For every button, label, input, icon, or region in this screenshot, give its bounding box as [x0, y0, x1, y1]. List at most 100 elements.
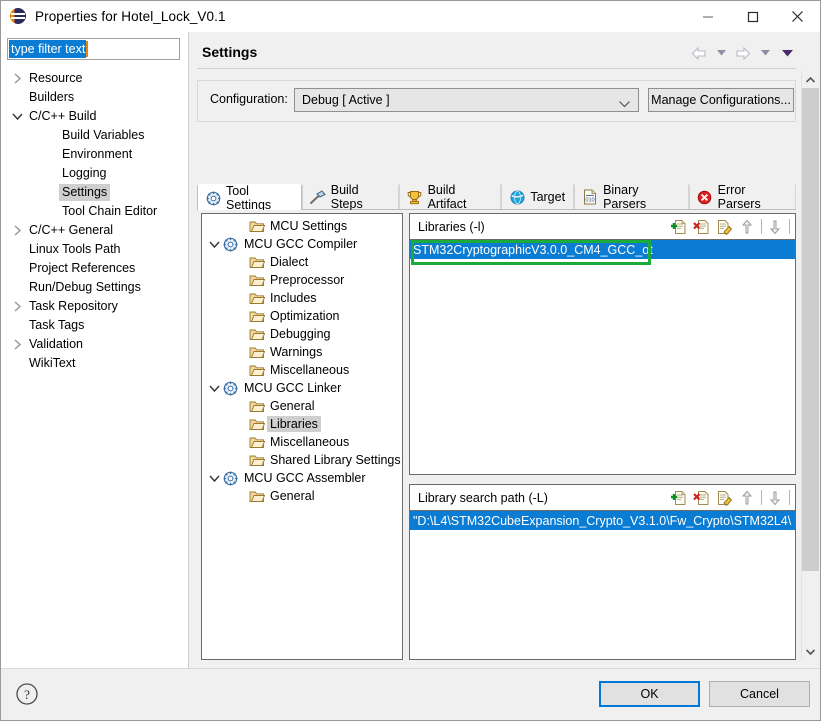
forward-menu-chevron-down-icon[interactable] [754, 43, 776, 63]
tool-tree-item-mcu-gcc-linker[interactable]: MCU GCC Linker [202, 379, 402, 397]
tool-tree-item-label: Debugging [270, 327, 331, 341]
tool-tree-item-mcu-gcc-assembler[interactable]: MCU GCC Assembler [202, 469, 402, 487]
sidebar-item-label: Task Repository [29, 299, 118, 313]
sidebar-item-run-debug-settings[interactable]: Run/Debug Settings [1, 278, 188, 297]
filter-input[interactable]: type filter text [7, 38, 180, 60]
tab-build-artifact[interactable]: Build Artifact [398, 183, 502, 211]
folder-icon [248, 399, 265, 414]
window-controls [685, 1, 820, 32]
tool-tree-item-shared-library-settings[interactable]: Shared Library Settings [202, 451, 402, 469]
tab-label: Binary Parsers [603, 183, 647, 211]
sidebar-item-wikitext[interactable]: WikiText [1, 354, 188, 373]
tool-tree-item-debugging[interactable]: Debugging [202, 325, 402, 343]
tool-tree-item-mcu-settings[interactable]: MCU Settings [202, 217, 402, 235]
tool-tree-item-preprocessor[interactable]: Preprocessor [202, 271, 402, 289]
list-item[interactable]: "D:\L4\STM32CubeExpansion_Crypto_V3.1.0\… [410, 511, 795, 530]
sidebar-item-label: WikiText [29, 356, 76, 370]
search-path-panel-header: Library search path (-L) [410, 485, 795, 511]
back-arrow-icon[interactable] [688, 43, 710, 63]
toolbar-divider [761, 490, 762, 505]
chevron-down-icon[interactable] [206, 240, 222, 249]
tool-tree-item-dialect[interactable]: Dialect [202, 253, 402, 271]
delete-icon[interactable] [692, 488, 711, 507]
close-icon[interactable] [775, 1, 820, 32]
chevron-right-icon[interactable] [9, 73, 26, 84]
folder-icon [248, 435, 265, 450]
tab-error-parsers[interactable]: Error Parsers [688, 183, 796, 211]
scrollbar-thumb[interactable] [802, 88, 819, 571]
ok-button[interactable]: OK [599, 681, 700, 707]
sidebar-item-c-c-general[interactable]: C/C++ General [1, 221, 188, 240]
manage-configurations-button[interactable]: Manage Configurations... [648, 88, 794, 112]
view-menu-icon[interactable] [776, 43, 798, 63]
tool-tree-item-general[interactable]: General [202, 397, 402, 415]
move-down-icon[interactable] [766, 488, 785, 507]
chevron-right-icon[interactable] [9, 225, 26, 236]
sidebar-item-label: C/C++ General [29, 223, 114, 237]
list-item[interactable]: STM32CryptographicV3.0.0_CM4_GCC_ot [410, 240, 795, 259]
scroll-up-icon[interactable] [802, 71, 819, 88]
page-navigation [688, 42, 798, 64]
tab-target[interactable]: Target [501, 184, 575, 209]
help-icon[interactable]: ? [15, 682, 39, 706]
tab-tool-settings[interactable]: Tool Settings [197, 184, 302, 212]
tool-tree-item-general[interactable]: General [202, 487, 402, 505]
tool-tree-panel[interactable]: MCU Settings MCU GCC Compiler Dialect Prepr… [201, 213, 403, 660]
gear-blue-icon [222, 381, 239, 396]
tool-tree-item-optimization[interactable]: Optimization [202, 307, 402, 325]
sidebar-item-task-repository[interactable]: Task Repository [1, 297, 188, 316]
sidebar-item-build-variables[interactable]: Build Variables [1, 126, 188, 145]
sidebar-item-task-tags[interactable]: Task Tags [1, 316, 188, 335]
libraries-list[interactable]: STM32CryptographicV3.0.0_CM4_GCC_ot [410, 240, 795, 474]
tool-tree-item-libraries[interactable]: Libraries [202, 415, 402, 433]
chevron-right-icon[interactable] [9, 301, 26, 312]
tool-tree-item-warnings[interactable]: Warnings [202, 343, 402, 361]
edit-icon[interactable] [715, 217, 734, 236]
properties-tree[interactable]: Resource Builders C/C++ Build Build Variabl… [1, 66, 188, 668]
vertical-scrollbar[interactable] [801, 71, 819, 660]
sidebar-item-logging[interactable]: Logging [1, 164, 188, 183]
add-icon[interactable] [669, 488, 688, 507]
sidebar-item-tool-chain-editor[interactable]: Tool Chain Editor [1, 202, 188, 221]
settings-tabs: Tool Settings Build Steps Build Artifact Ta… [197, 183, 796, 212]
tool-tree-item-mcu-gcc-compiler[interactable]: MCU GCC Compiler [202, 235, 402, 253]
tab-binary-parsers[interactable]: 010 Binary Parsers [574, 183, 689, 211]
sidebar-item-settings[interactable]: Settings [1, 183, 188, 202]
edit-icon[interactable] [715, 488, 734, 507]
chevron-right-icon[interactable] [9, 339, 26, 350]
sidebar-item-validation[interactable]: Validation [1, 335, 188, 354]
scroll-down-icon[interactable] [802, 643, 819, 660]
maximize-icon[interactable] [730, 1, 775, 32]
move-down-icon[interactable] [766, 217, 785, 236]
tool-tree-item-label: Preprocessor [270, 273, 345, 287]
search-path-list[interactable]: "D:\L4\STM32CubeExpansion_Crypto_V3.1.0\… [410, 511, 795, 659]
sidebar-item-builders[interactable]: Builders [1, 88, 188, 107]
tab-label: Target [530, 190, 566, 204]
tool-tree-item-miscellaneous[interactable]: Miscellaneous [202, 433, 402, 451]
cancel-button[interactable]: Cancel [709, 681, 810, 707]
sidebar-item-project-references[interactable]: Project References [1, 259, 188, 278]
search-path-panel-title: Library search path (-L) [418, 490, 548, 505]
folder-icon [248, 219, 265, 234]
chevron-down-icon[interactable] [206, 384, 222, 393]
tool-tree-item-includes[interactable]: Includes [202, 289, 402, 307]
chevron-down-icon[interactable] [206, 474, 222, 483]
sidebar-item-resource[interactable]: Resource [1, 69, 188, 88]
delete-icon[interactable] [692, 217, 711, 236]
tool-tree-item-label: MCU Settings [270, 219, 348, 233]
tool-tree-item-miscellaneous[interactable]: Miscellaneous [202, 361, 402, 379]
sidebar-item-c-c-build[interactable]: C/C++ Build [1, 107, 188, 126]
add-icon[interactable] [669, 217, 688, 236]
move-up-icon[interactable] [738, 217, 757, 236]
forward-arrow-icon[interactable] [732, 43, 754, 63]
move-up-icon[interactable] [738, 488, 757, 507]
sidebar-item-environment[interactable]: Environment [1, 145, 188, 164]
sidebar-item-label: Environment [62, 147, 133, 161]
configuration-select[interactable]: Debug [ Active ] [294, 88, 639, 112]
chevron-down-icon[interactable] [9, 112, 26, 121]
sidebar-item-linux-tools-path[interactable]: Linux Tools Path [1, 240, 188, 259]
minimize-icon[interactable] [685, 1, 730, 32]
tab-build-steps[interactable]: Build Steps [301, 183, 399, 211]
back-menu-chevron-down-icon[interactable] [710, 43, 732, 63]
folder-icon [248, 489, 265, 504]
